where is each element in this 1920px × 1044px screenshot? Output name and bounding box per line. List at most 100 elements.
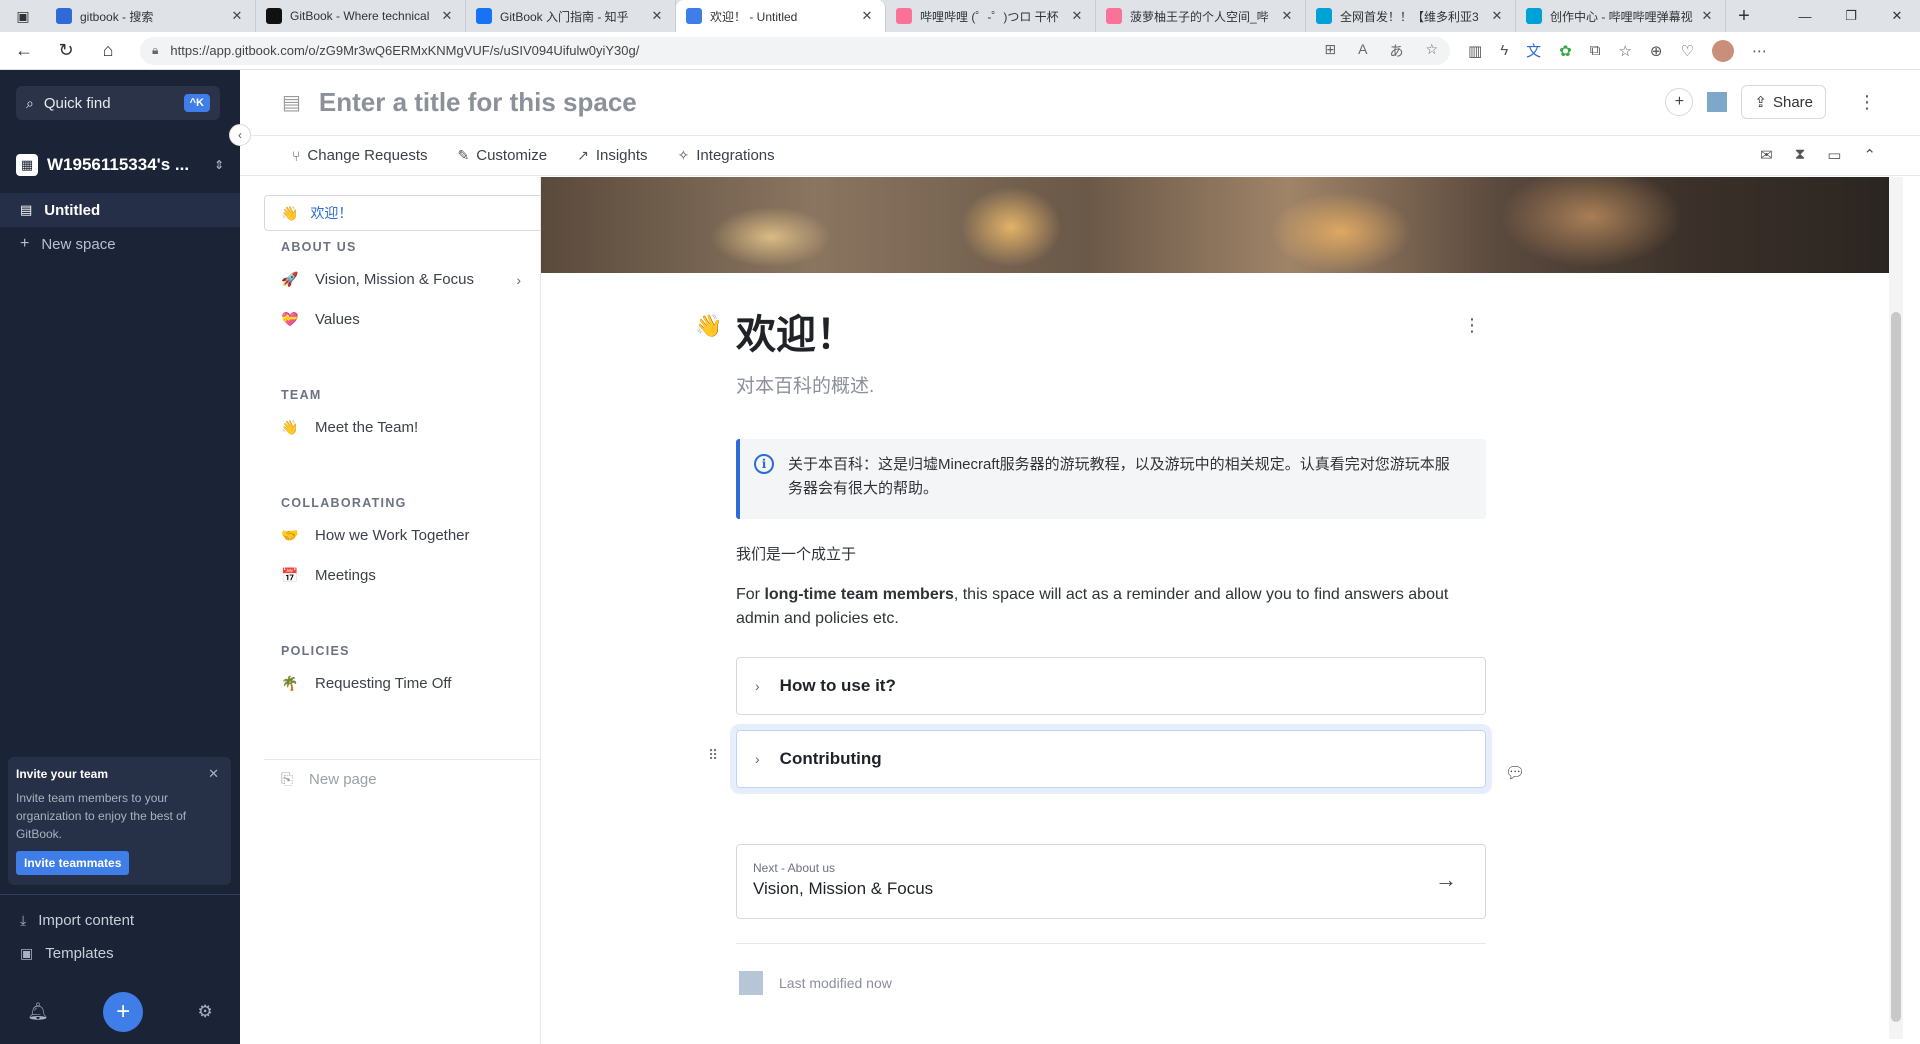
new-space-label: New space	[41, 235, 116, 253]
address-bar[interactable]: 🔒︎ https://app.gitbook.com/o/zG9Mr3wQ6ER…	[140, 36, 1450, 65]
paragraph[interactable]: For long-time team members, this space w…	[736, 583, 1486, 631]
profile-avatar[interactable]	[1711, 39, 1734, 62]
collapse-sidebar-icon[interactable]: ‹	[229, 124, 251, 146]
expandable-contributing[interactable]: › Contributing	[736, 730, 1486, 788]
page-tree-item-meet-team[interactable]: 👋 Meet the Team!	[281, 419, 521, 436]
tab-change-requests[interactable]: ⑂ Change Requests	[292, 147, 428, 164]
tab-actions-icon[interactable]: ▣	[0, 0, 46, 32]
page-tree-item-welcome[interactable]: 👋 欢迎！	[264, 195, 541, 231]
new-space-button[interactable]: + New space	[20, 235, 116, 253]
bilibili-icon	[1526, 8, 1542, 24]
import-content-button[interactable]: ⤓ Import content	[20, 912, 134, 929]
new-page-button[interactable]: ⎘ New page	[281, 771, 377, 788]
avatar[interactable]	[1707, 92, 1728, 112]
back-icon[interactable]: ←	[6, 35, 42, 67]
create-plus-button[interactable]: +	[103, 992, 144, 1032]
tab-insights[interactable]: ↗ Insights	[577, 147, 647, 164]
split-screen-icon[interactable]: ▥	[1468, 42, 1482, 60]
collections-icon[interactable]: ⊕	[1650, 42, 1663, 60]
sidebar-item-untitled[interactable]: ▤ Untitled	[0, 193, 240, 227]
browser-tab[interactable]: 创作中心 - 哔哩哔哩弹幕视 ✕	[1516, 0, 1726, 32]
history-icon[interactable]: ⧗	[1795, 146, 1806, 164]
page-title[interactable]: 欢迎！	[736, 302, 856, 360]
extensions-icon[interactable]: ⧉	[1590, 42, 1601, 59]
org-icon: ▦	[16, 154, 38, 176]
close-tab-icon[interactable]: ✕	[649, 8, 665, 24]
close-window-icon[interactable]: ✕	[1874, 0, 1920, 32]
minimize-icon[interactable]: —	[1782, 0, 1828, 32]
drag-handle-icon[interactable]: ⠿	[708, 747, 718, 764]
handshake-icon: 🤝	[281, 527, 299, 543]
bell-icon[interactable]: 🔔︎	[27, 1002, 49, 1022]
tab-customize[interactable]: ✎ Customize	[458, 147, 548, 164]
app-available-icon[interactable]: ⊞	[1324, 41, 1336, 61]
expandable-how-to-use[interactable]: › How to use it?	[736, 657, 1486, 715]
browser-tab[interactable]: 哔哩哔哩 (゜-゜)つロ 干杯 ✕	[886, 0, 1096, 32]
reload-icon[interactable]: ↻	[48, 35, 84, 67]
palm-tree-icon: 🌴	[281, 675, 299, 691]
browser-tab[interactable]: 全网首发！！【维多利亚3 ✕	[1306, 0, 1516, 32]
templates-button[interactable]: ▣ Templates	[20, 945, 114, 962]
invite-teammates-button[interactable]: Invite teammates	[16, 851, 130, 875]
space-title-input[interactable]: Enter a title for this space	[319, 87, 637, 118]
gear-icon[interactable]: ⚙	[198, 1002, 213, 1022]
comments-icon[interactable]: ▭	[1827, 146, 1841, 164]
close-tab-icon[interactable]: ✕	[1489, 8, 1505, 24]
page-description[interactable]: 对本百科的概述.	[736, 371, 874, 398]
home-icon[interactable]: ⌂	[90, 35, 126, 67]
org-switcher[interactable]: ▦ W1956115334's ... ⇕	[16, 150, 224, 180]
quick-find-button[interactable]: ⌕ Quick find ^K	[16, 86, 220, 120]
cover-image[interactable]	[541, 177, 1903, 273]
browser-tab[interactable]: gitbook - 搜索 ✕	[46, 0, 256, 32]
new-tab-button[interactable]: +	[1726, 5, 1762, 28]
close-icon[interactable]: ✕	[208, 766, 219, 782]
waving-hand-icon[interactable]: 👋	[695, 313, 722, 339]
favorite-star-icon[interactable]: ☆	[1425, 41, 1438, 61]
inbox-icon[interactable]: ✉	[1760, 146, 1773, 164]
chevron-up-icon[interactable]: ⌃	[1863, 146, 1876, 164]
close-tab-icon[interactable]: ✕	[1069, 8, 1085, 24]
invite-title: Invite your team	[16, 767, 109, 781]
lock-icon[interactable]: 🔒︎	[152, 43, 158, 58]
bilibili-icon	[1316, 8, 1332, 24]
close-tab-icon[interactable]: ✕	[1699, 8, 1715, 24]
add-member-plus-icon[interactable]: +	[1665, 88, 1694, 116]
extension-translate-icon[interactable]: 文	[1526, 40, 1541, 61]
share-button[interactable]: ⇪ Share	[1741, 85, 1826, 119]
space-icon[interactable]: ▤	[282, 90, 301, 115]
comment-icon[interactable]: 💬︎	[1505, 763, 1525, 783]
expandable-title: Contributing	[779, 749, 882, 768]
paragraph[interactable]: 我们是一个成立于	[736, 543, 856, 564]
page-tree-item-values[interactable]: 💝 Values	[281, 311, 521, 328]
browser-tab[interactable]: 欢迎！ - Untitled ✕	[676, 0, 886, 32]
page-tree-item-work-together[interactable]: 🤝 How we Work Together	[281, 527, 521, 544]
settings-more-icon[interactable]: ⋯	[1752, 42, 1767, 60]
hint-block[interactable]: i 关于本百科：这是归墟Minecraft服务器的游玩教程，以及游玩中的相关规定…	[736, 439, 1486, 519]
tab-integrations[interactable]: ✧ Integrations	[678, 147, 775, 164]
browser-essentials-icon[interactable]: ♡	[1680, 42, 1693, 60]
extension-bolt-icon[interactable]: ϟ	[1500, 42, 1508, 59]
browser-tab[interactable]: GitBook 入门指南 - 知乎 ✕	[466, 0, 676, 32]
browser-tab[interactable]: 菠萝柚王子的个人空间_哔 ✕	[1096, 0, 1306, 32]
more-options-icon[interactable]: ⋮	[1858, 92, 1876, 113]
page-tree-item-vision[interactable]: 🚀 Vision, Mission & Focus ›	[281, 271, 521, 288]
scrollbar-thumb[interactable]	[1891, 312, 1901, 1022]
chevron-right-icon[interactable]: ›	[516, 272, 521, 288]
extension-green-icon[interactable]: ✿	[1559, 42, 1572, 60]
browser-tab[interactable]: GitBook - Where technical ✕	[256, 0, 466, 32]
close-tab-icon[interactable]: ✕	[229, 8, 245, 24]
close-tab-icon[interactable]: ✕	[439, 8, 455, 24]
read-aloud-icon[interactable]: A	[1358, 41, 1367, 61]
next-page-link[interactable]: Next - About us Vision, Mission & Focus …	[736, 844, 1486, 919]
page-tree-item-time-off[interactable]: 🌴 Requesting Time Off	[281, 675, 521, 692]
page-label: 欢迎！	[310, 205, 353, 221]
close-tab-icon[interactable]: ✕	[1279, 8, 1295, 24]
url-text[interactable]: https://app.gitbook.com/o/zG9Mr3wQ6ERMxK…	[170, 43, 1324, 58]
scrollbar[interactable]	[1889, 177, 1903, 1039]
favorites-icon[interactable]: ☆	[1618, 42, 1631, 60]
close-tab-icon[interactable]: ✕	[859, 8, 875, 24]
more-options-icon[interactable]: ⋮	[1463, 315, 1481, 336]
translate-icon[interactable]: あ	[1389, 41, 1403, 61]
restore-icon[interactable]: ❐	[1828, 0, 1874, 32]
page-tree-item-meetings[interactable]: 📅 Meetings	[281, 567, 521, 584]
